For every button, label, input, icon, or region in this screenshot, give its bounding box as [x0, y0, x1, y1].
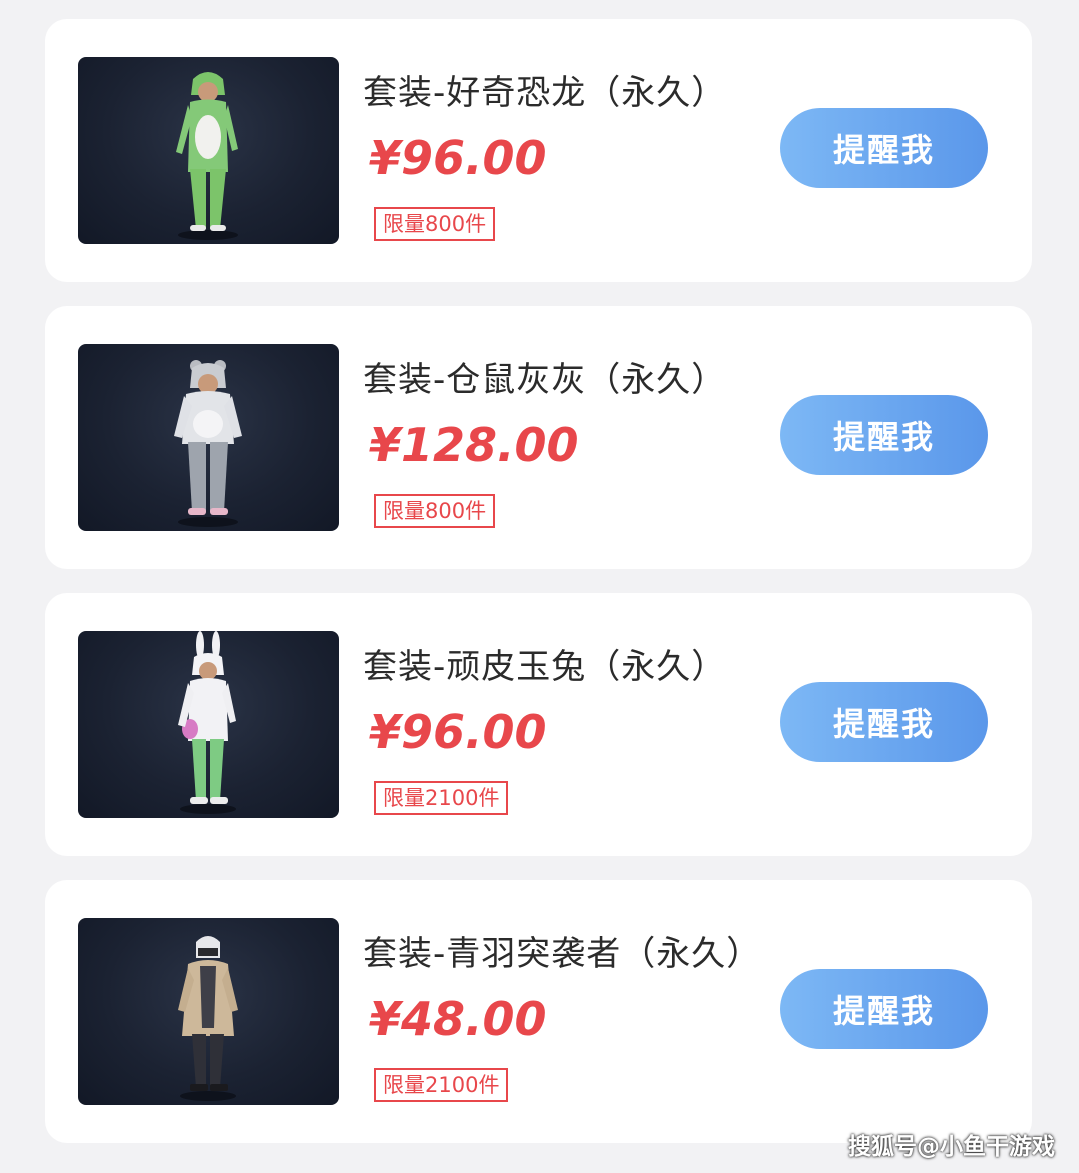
product-image[interactable] [78, 57, 339, 244]
product-card: 套装-好奇恐龙（永久） ¥96.00 限量800件 提醒我 [45, 19, 1032, 282]
remind-me-button[interactable]: 提醒我 [780, 395, 988, 475]
product-image[interactable] [78, 344, 339, 531]
limit-badge: 限量800件 [374, 207, 496, 241]
limit-badge: 限量800件 [374, 494, 496, 528]
remind-me-button[interactable]: 提醒我 [780, 682, 988, 762]
product-price: ¥96.00 [369, 705, 547, 759]
remind-me-button[interactable]: 提醒我 [780, 969, 988, 1049]
rabbit-costume-icon [178, 631, 236, 814]
product-title: 套装-好奇恐龙（永久） [363, 73, 727, 113]
limit-badge: 限量2100件 [374, 1068, 509, 1102]
hamster-costume-icon [174, 360, 242, 527]
limit-badge: 限量2100件 [374, 781, 509, 815]
watermark: 搜狐号@小鱼干游戏 [848, 1134, 1055, 1160]
dinosaur-costume-icon [176, 72, 238, 240]
product-price: ¥96.00 [369, 131, 547, 185]
product-card: 套装-顽皮玉兔（永久） ¥96.00 限量2100件 提醒我 [45, 593, 1032, 856]
product-price: ¥128.00 [369, 418, 579, 472]
product-image[interactable] [78, 631, 339, 818]
raider-outfit-icon [178, 936, 238, 1101]
product-image[interactable] [78, 918, 339, 1105]
product-card: 套装-仓鼠灰灰（永久） ¥128.00 限量800件 提醒我 [45, 306, 1032, 569]
product-title: 套装-仓鼠灰灰（永久） [363, 360, 727, 400]
product-card: 套装-青羽突袭者（永久） ¥48.00 限量2100件 提醒我 [45, 880, 1032, 1143]
product-title: 套装-顽皮玉兔（永久） [363, 647, 727, 687]
product-price: ¥48.00 [369, 992, 547, 1046]
product-title: 套装-青羽突袭者（永久） [363, 934, 762, 974]
remind-me-button[interactable]: 提醒我 [780, 108, 988, 188]
